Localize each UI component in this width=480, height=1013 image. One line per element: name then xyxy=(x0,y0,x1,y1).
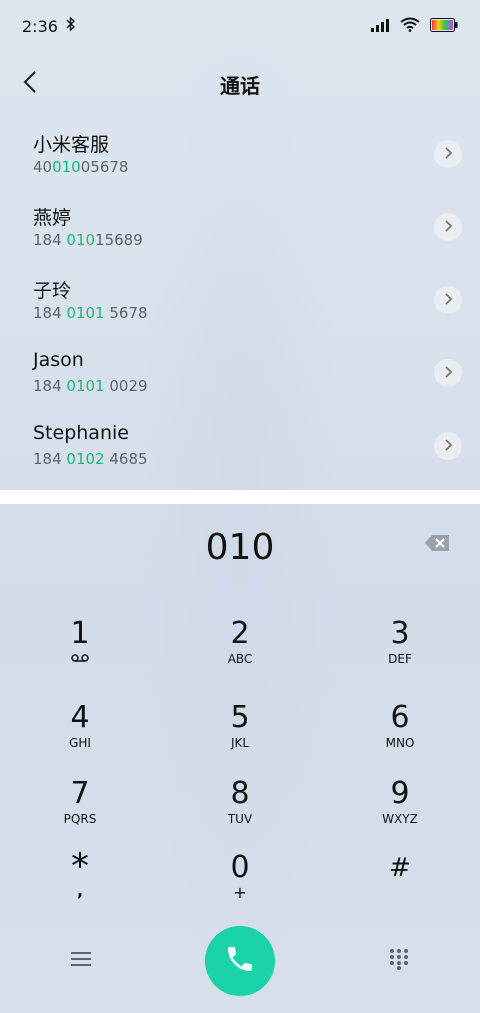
chevron-right-icon xyxy=(443,291,453,310)
number-match: 0101 xyxy=(66,304,105,322)
key-digit: 6 xyxy=(390,700,410,735)
chevron-right-icon xyxy=(443,364,453,383)
number-part: 40 xyxy=(33,158,53,176)
key-5[interactable]: 5 JKL xyxy=(180,700,300,770)
contact-name: 子玲 xyxy=(33,280,72,302)
chevron-right-icon xyxy=(443,145,453,164)
backspace-icon xyxy=(424,535,450,556)
status-left: 2:36 xyxy=(22,16,76,36)
list-item[interactable]: 小米客服 4001005678 xyxy=(0,118,480,191)
contact-name: 燕婷 xyxy=(33,207,72,229)
key-digit: 4 xyxy=(70,700,90,735)
key-digit: 3 xyxy=(390,616,410,651)
number-part: 184 xyxy=(33,304,67,322)
divider xyxy=(0,490,480,504)
contact-name: Jason xyxy=(33,349,84,371)
contact-detail-button[interactable] xyxy=(434,432,462,460)
key-digit: 5 xyxy=(230,700,250,735)
number-match: 010 xyxy=(66,231,96,249)
wifi-icon xyxy=(400,17,420,36)
contact-detail-button[interactable] xyxy=(434,213,462,241)
call-button[interactable] xyxy=(205,926,275,996)
header: 通话 xyxy=(0,56,480,112)
contact-detail-button[interactable] xyxy=(434,140,462,168)
number-match: 0102 xyxy=(66,450,105,468)
list-item[interactable]: 燕婷 184 01015689 xyxy=(0,191,480,264)
key-8[interactable]: 8 TUV xyxy=(180,776,300,846)
key-letters: ABC xyxy=(227,652,253,666)
signal-icon xyxy=(370,17,390,36)
contact-name: 小米客服 xyxy=(33,134,110,156)
number-part: 05678 xyxy=(80,158,129,176)
battery-icon xyxy=(430,17,458,36)
key-digit: 2 xyxy=(230,616,250,651)
key-digit: * xyxy=(71,846,89,887)
contact-list: 小米客服 4001005678 燕婷 184 01015689 子玲 184 0… xyxy=(0,118,480,483)
key-1[interactable]: 1 xyxy=(20,616,140,686)
number-match: 010 xyxy=(52,158,81,176)
key-6[interactable]: 6 MNO xyxy=(340,700,460,770)
chevron-right-icon xyxy=(443,218,453,237)
contact-number: 184 0102 4685 xyxy=(33,450,148,468)
key-letters: TUV xyxy=(227,812,253,826)
dialpad-toggle-button[interactable] xyxy=(384,946,414,976)
key-4[interactable]: 4 GHI xyxy=(20,700,140,770)
voicemail-icon xyxy=(20,652,140,666)
status-time: 2:36 xyxy=(22,16,58,36)
key-letters: + xyxy=(233,883,247,902)
backspace-button[interactable] xyxy=(424,534,454,556)
page-title: 通话 xyxy=(220,74,260,98)
contact-number: 4001005678 xyxy=(33,158,128,176)
list-item[interactable]: Jason 184 0101 0029 xyxy=(0,337,480,410)
key-digit: 8 xyxy=(230,776,250,811)
contact-name: Stephanie xyxy=(33,422,129,444)
key-hash[interactable]: # xyxy=(340,850,460,920)
key-letters: GHI xyxy=(69,736,91,750)
key-digit: 9 xyxy=(390,776,410,811)
key-7[interactable]: 7 PQRS xyxy=(20,776,140,846)
number-part: 184 xyxy=(33,450,67,468)
key-2[interactable]: 2 ABC xyxy=(180,616,300,686)
key-letters: MNO xyxy=(385,736,415,750)
key-letters: JKL xyxy=(230,736,250,750)
key-3[interactable]: 3 DEF xyxy=(340,616,460,686)
number-part: 0029 xyxy=(104,377,148,395)
phone-icon xyxy=(224,943,256,979)
status-bar: 2:36 xyxy=(0,0,480,52)
contact-detail-button[interactable] xyxy=(434,359,462,387)
contact-detail-button[interactable] xyxy=(434,286,462,314)
number-match: 0101 xyxy=(66,377,105,395)
dialpad-icon xyxy=(389,948,409,974)
list-item[interactable]: 子玲 184 0101 5678 xyxy=(0,264,480,337)
key-letters: DEF xyxy=(388,652,412,666)
key-letters: , xyxy=(76,881,84,900)
contact-number: 184 0101 0029 xyxy=(33,377,148,395)
list-item[interactable]: Stephanie 184 0102 4685 xyxy=(0,410,480,483)
number-part: 15689 xyxy=(95,231,143,249)
status-right xyxy=(370,17,458,36)
key-0[interactable]: 0 + xyxy=(180,850,300,920)
key-digit: 7 xyxy=(70,776,90,811)
contact-number: 184 0101 5678 xyxy=(33,304,148,322)
number-part: 184 xyxy=(33,231,67,249)
key-9[interactable]: 9 WXYZ xyxy=(340,776,460,846)
key-star[interactable]: * , xyxy=(20,846,140,920)
bluetooth-icon xyxy=(66,16,76,36)
chevron-right-icon xyxy=(443,437,453,456)
bottom-bar xyxy=(0,920,480,1000)
contact-number: 184 01015689 xyxy=(33,231,143,249)
key-letters: PQRS xyxy=(63,812,97,826)
number-part: 4685 xyxy=(104,450,148,468)
key-digit: # xyxy=(389,853,411,883)
key-digit: 0 xyxy=(230,850,250,885)
key-digit: 1 xyxy=(70,616,90,651)
menu-button[interactable] xyxy=(66,946,96,976)
dial-input[interactable]: 010 xyxy=(0,520,480,576)
key-letters: WXYZ xyxy=(382,812,418,826)
menu-icon xyxy=(71,951,91,971)
number-part: 5678 xyxy=(104,304,148,322)
number-part: 184 xyxy=(33,377,67,395)
